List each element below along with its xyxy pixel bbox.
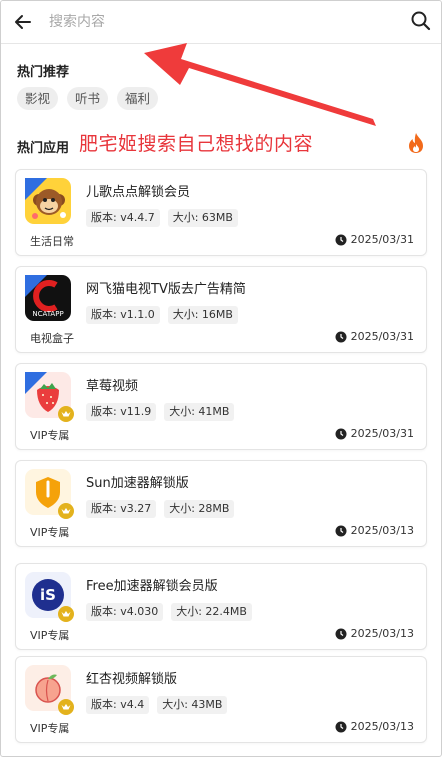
app-card[interactable]: Sun加速器解锁版 版本: v3.27 大小: 28MB VIP专属 2025/0… bbox=[15, 460, 427, 547]
app-frame: 热门推荐 影视 听书 福利 热门应用 肥宅姬搜索自己想找的内容 儿歌点点解 bbox=[0, 0, 442, 757]
version-tag: 版本: v4.030 bbox=[86, 603, 164, 621]
vip-crown-icon bbox=[58, 606, 74, 622]
app-date: 2025/03/31 bbox=[350, 427, 414, 440]
clock-icon bbox=[335, 628, 347, 639]
app-category: VIP专属 bbox=[30, 629, 70, 642]
version-tag: 版本: v4.4 bbox=[86, 696, 150, 714]
app-card[interactable]: 儿歌点点解锁会员 版本: v4.4.7 大小: 63MB 生活日常 2025/03… bbox=[15, 169, 427, 256]
size-tag: 大小: 43MB bbox=[157, 696, 228, 714]
app-date: 2025/03/31 bbox=[350, 330, 414, 343]
hot-recommend-title: 热门推荐 bbox=[17, 65, 70, 80]
size-tag: 大小: 28MB bbox=[164, 500, 235, 518]
app-name: 草莓视频 bbox=[86, 379, 139, 394]
app-date: 2025/03/31 bbox=[350, 233, 414, 246]
app-category: 电视盒子 bbox=[30, 332, 74, 345]
vip-crown-icon bbox=[58, 503, 74, 519]
fire-icon bbox=[409, 133, 423, 153]
app-date: 2025/03/13 bbox=[350, 524, 414, 537]
version-tag: 版本: v4.4.7 bbox=[86, 209, 160, 227]
search-bar bbox=[1, 1, 441, 44]
search-input[interactable] bbox=[47, 9, 391, 35]
app-name: Sun加速器解锁版 bbox=[86, 476, 189, 491]
app-name: 儿歌点点解锁会员 bbox=[86, 185, 191, 200]
search-icon[interactable] bbox=[407, 7, 435, 35]
annotation-text: 肥宅姬搜索自己想找的内容 bbox=[79, 133, 314, 155]
chip-movies[interactable]: 影视 bbox=[17, 87, 59, 110]
app-category: VIP专属 bbox=[30, 526, 70, 539]
version-tag: 版本: v3.27 bbox=[86, 500, 157, 518]
clock-icon bbox=[335, 234, 347, 245]
back-arrow-icon[interactable] bbox=[9, 8, 37, 36]
size-tag: 大小: 41MB bbox=[164, 403, 235, 421]
app-card[interactable]: 红杏视频解锁版 版本: v4.4 大小: 43MB VIP专属 2025/03/1… bbox=[15, 656, 427, 743]
version-tag: 版本: v1.1.0 bbox=[86, 306, 160, 324]
app-name: 网飞猫电视TV版去广告精简 bbox=[86, 282, 246, 297]
app-date: 2025/03/13 bbox=[350, 720, 414, 733]
app-category: 生活日常 bbox=[30, 235, 74, 248]
size-tag: 大小: 16MB bbox=[167, 306, 238, 324]
app-date: 2025/03/13 bbox=[350, 627, 414, 640]
chip-audiobooks[interactable]: 听书 bbox=[67, 87, 109, 110]
recommend-chips: 影视 听书 福利 bbox=[17, 87, 159, 110]
vip-crown-icon bbox=[58, 406, 74, 422]
size-tag: 大小: 63MB bbox=[167, 209, 238, 227]
hot-apps-title: 热门应用 bbox=[17, 141, 70, 156]
app-name: 红杏视频解锁版 bbox=[86, 672, 178, 687]
app-card[interactable]: NCATAPP 网飞猫电视TV版去广告精简 版本: v1.1.0 大小: 16MB… bbox=[15, 266, 427, 353]
clock-icon bbox=[335, 721, 347, 732]
clock-icon bbox=[335, 428, 347, 439]
app-card[interactable]: 草莓视频 版本: v11.9 大小: 41MB VIP专属 2025/03/31 bbox=[15, 363, 427, 450]
app-category: VIP专属 bbox=[30, 722, 70, 735]
clock-icon bbox=[335, 331, 347, 342]
app-category: VIP专属 bbox=[30, 429, 70, 442]
monkey-icon bbox=[25, 178, 71, 224]
chip-welfare[interactable]: 福利 bbox=[117, 87, 159, 110]
app-name: Free加速器解锁会员版 bbox=[86, 579, 218, 594]
version-tag: 版本: v11.9 bbox=[86, 403, 157, 421]
vip-crown-icon bbox=[58, 699, 74, 715]
ncatapp-icon: NCATAPP bbox=[25, 275, 71, 321]
clock-icon bbox=[335, 525, 347, 536]
size-tag: 大小: 22.4MB bbox=[171, 603, 252, 621]
app-card[interactable]: iS Free加速器解锁会员版 版本: v4.030 大小: 22.4MB VIP… bbox=[15, 563, 427, 650]
